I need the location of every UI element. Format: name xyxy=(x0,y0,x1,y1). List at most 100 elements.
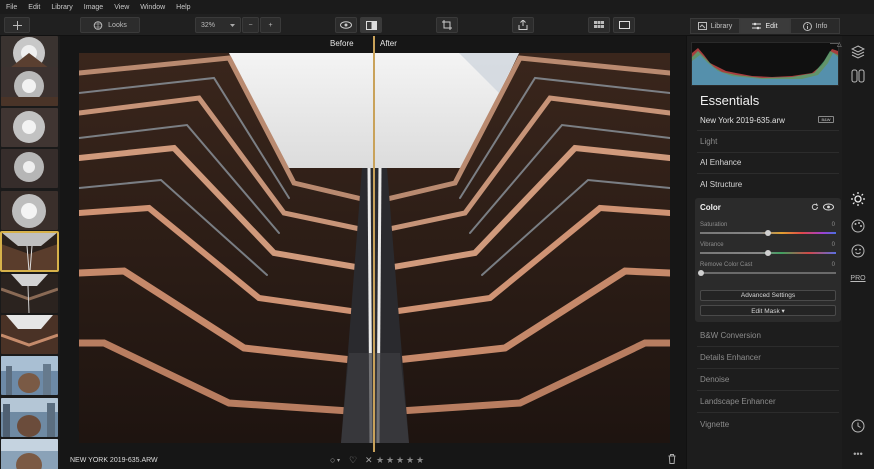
histogram xyxy=(691,42,839,86)
zoom-out-button[interactable]: − xyxy=(242,17,259,33)
library-icon xyxy=(697,22,707,30)
bw-badge[interactable]: B&W xyxy=(818,116,834,123)
vibrance-slider[interactable] xyxy=(700,250,836,256)
color-section-title[interactable]: Color xyxy=(700,203,721,212)
panel-tabs: Library Edit Info xyxy=(690,18,840,34)
essentials-sun-icon[interactable] xyxy=(850,191,866,207)
reject-x-icon[interactable]: ✕ xyxy=(365,455,373,466)
add-button[interactable] xyxy=(4,17,30,33)
trash-icon[interactable] xyxy=(668,454,676,466)
edit-panel: Library Edit Info △ Essentials New York … xyxy=(686,18,842,469)
tab-info[interactable]: Info xyxy=(790,18,840,34)
preview-toggle[interactable] xyxy=(335,17,357,33)
divider xyxy=(697,130,839,131)
color-section: Color Saturation 0 Vibrance 0 Remove Col… xyxy=(695,198,841,322)
looks-button[interactable]: Looks xyxy=(80,17,140,33)
pro-label[interactable]: PRO xyxy=(850,270,866,286)
filmstrip-thumbnail[interactable] xyxy=(1,149,58,188)
section-bw-conversion[interactable]: B&W Conversion xyxy=(700,331,836,340)
advanced-settings-button[interactable]: Advanced Settings xyxy=(700,290,836,301)
menu-edit[interactable]: Edit xyxy=(28,4,40,11)
looks-icon xyxy=(93,20,103,30)
status-filename: NEW YORK 2019-635.ARW xyxy=(70,457,158,464)
menu-view[interactable]: View xyxy=(114,4,129,11)
edit-mask-button[interactable]: Edit Mask ▾ xyxy=(700,305,836,316)
divider xyxy=(697,390,839,391)
info-icon xyxy=(802,21,812,31)
portrait-face-icon[interactable] xyxy=(850,243,866,259)
filmstrip-thumbnail[interactable] xyxy=(1,398,58,437)
filmstrip-thumbnail[interactable] xyxy=(1,67,58,106)
remove-color-cast-slider-knob[interactable] xyxy=(698,270,704,276)
advanced-settings-label: Advanced Settings xyxy=(740,292,796,299)
menu-help[interactable]: Help xyxy=(176,4,190,11)
history-clock-icon[interactable] xyxy=(850,418,866,434)
grid-icon xyxy=(594,21,604,28)
more-options-icon[interactable]: ••• xyxy=(850,446,866,462)
rating-star-icon[interactable]: ★ xyxy=(376,455,384,466)
status-bar: NEW YORK 2019-635.ARW ○ ▾ ♡ ✕ ★ ★ ★ ★ ★ xyxy=(60,452,686,469)
after-label: After xyxy=(380,39,397,48)
rating-star-icon[interactable]: ★ xyxy=(416,455,424,466)
visibility-eye-icon[interactable] xyxy=(823,203,834,211)
section-vignette[interactable]: Vignette xyxy=(700,420,836,429)
section-ai-enhance[interactable]: AI Enhance xyxy=(700,158,836,167)
reject-circle-icon[interactable]: ○ xyxy=(330,455,335,465)
filmstrip-thumbnail[interactable] xyxy=(1,315,58,354)
zoom-plus: + xyxy=(268,21,273,29)
menu-window[interactable]: Window xyxy=(140,4,165,11)
saturation-slider[interactable] xyxy=(700,230,836,236)
zoom-value: 32% xyxy=(201,21,216,29)
heart-icon[interactable]: ♡ xyxy=(349,455,357,466)
share-button[interactable] xyxy=(512,17,534,33)
compare-view-button[interactable] xyxy=(360,17,382,33)
single-view-button[interactable] xyxy=(613,17,635,33)
menu-library[interactable]: Library xyxy=(51,4,72,11)
chevron-down-icon xyxy=(230,23,235,27)
tab-edit-label: Edit xyxy=(765,22,778,30)
zoom-select[interactable]: 32% xyxy=(195,17,241,33)
filmstrip-thumbnail[interactable] xyxy=(1,274,58,313)
reset-icon[interactable] xyxy=(811,203,819,211)
tab-edit[interactable]: Edit xyxy=(740,18,790,34)
edit-mask-label: Edit Mask ▾ xyxy=(751,307,785,315)
presets-icon[interactable] xyxy=(850,68,866,84)
app-window: File Edit Library Image View Window Help… xyxy=(0,0,874,469)
saturation-label: Saturation xyxy=(700,222,728,228)
divider xyxy=(697,368,839,369)
section-denoise[interactable]: Denoise xyxy=(700,375,836,384)
menu-file[interactable]: File xyxy=(6,4,17,11)
tab-library[interactable]: Library xyxy=(690,18,740,34)
vibrance-slider-knob[interactable] xyxy=(765,250,771,256)
tool-rail: PRO ••• xyxy=(842,36,874,469)
section-ai-structure[interactable]: AI Structure xyxy=(700,180,836,189)
section-light[interactable]: Light xyxy=(700,137,836,146)
saturation-slider-knob[interactable] xyxy=(765,230,771,236)
rating-star-icon[interactable]: ★ xyxy=(386,455,394,466)
filmstrip-thumbnail[interactable] xyxy=(1,191,58,230)
zoom-in-button[interactable]: + xyxy=(260,17,281,33)
filmstrip-thumbnail-selected[interactable] xyxy=(0,231,59,272)
menu-image[interactable]: Image xyxy=(84,4,103,11)
zoom-minus: − xyxy=(248,21,253,29)
plus-icon xyxy=(12,20,22,30)
creative-palette-icon[interactable] xyxy=(850,218,866,234)
filmstrip-thumbnail[interactable] xyxy=(1,108,58,147)
grid-view-button[interactable] xyxy=(588,17,610,33)
remove-color-cast-slider[interactable] xyxy=(698,270,836,276)
looks-label: Looks xyxy=(108,21,127,29)
section-landscape-enhancer[interactable]: Landscape Enhancer xyxy=(700,397,836,406)
rating-star-icon[interactable]: ★ xyxy=(396,455,404,466)
filmstrip-thumbnail[interactable] xyxy=(1,439,58,469)
remove-color-cast-value: 0 xyxy=(831,262,835,268)
compare-divider-handle[interactable] xyxy=(373,36,375,452)
layers-icon[interactable] xyxy=(850,44,866,60)
image-viewer[interactable]: Before After xyxy=(60,36,686,452)
divider xyxy=(697,346,839,347)
section-details-enhancer[interactable]: Details Enhancer xyxy=(700,353,836,362)
crop-button[interactable] xyxy=(436,17,458,33)
clipping-warning-icon[interactable]: △ xyxy=(837,41,842,48)
dropdown-chevron-icon[interactable]: ▾ xyxy=(337,457,340,464)
rating-star-icon[interactable]: ★ xyxy=(406,455,414,466)
filmstrip-thumbnail[interactable] xyxy=(1,356,58,395)
